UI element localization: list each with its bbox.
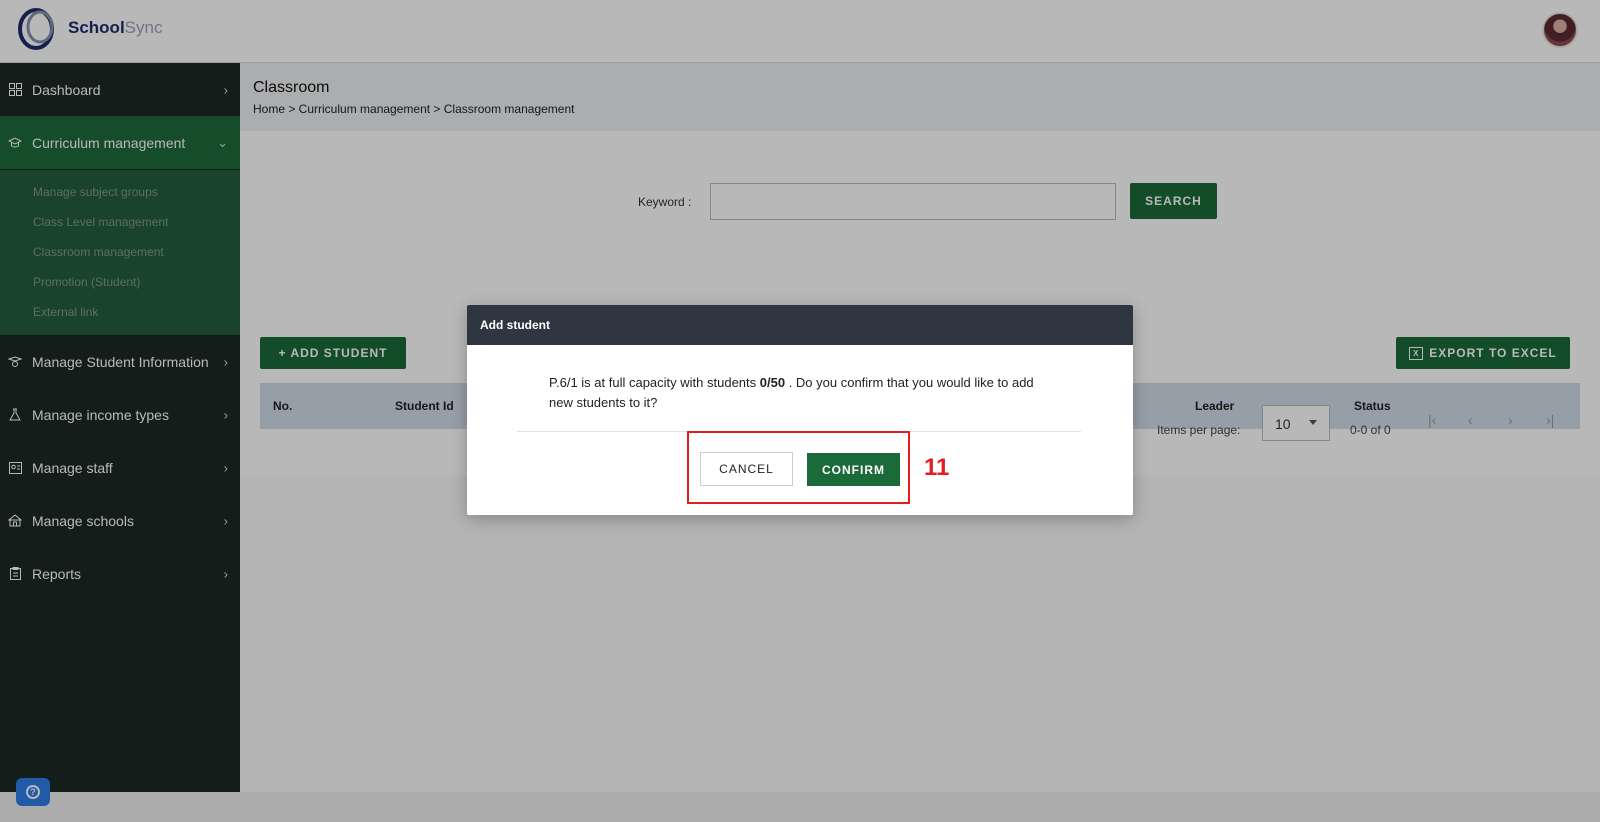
annotation-highlight-box: [687, 431, 910, 504]
annotation-step-label: 11: [924, 454, 950, 481]
dialog-title: Add student: [480, 318, 550, 332]
message-prefix: P.6/1 is at full capacity with students: [549, 375, 760, 390]
capacity-value: 0/50: [759, 375, 786, 390]
dialog-message: P.6/1 is at full capacity with students …: [549, 373, 1059, 413]
dialog-header: Add student: [467, 305, 1133, 345]
